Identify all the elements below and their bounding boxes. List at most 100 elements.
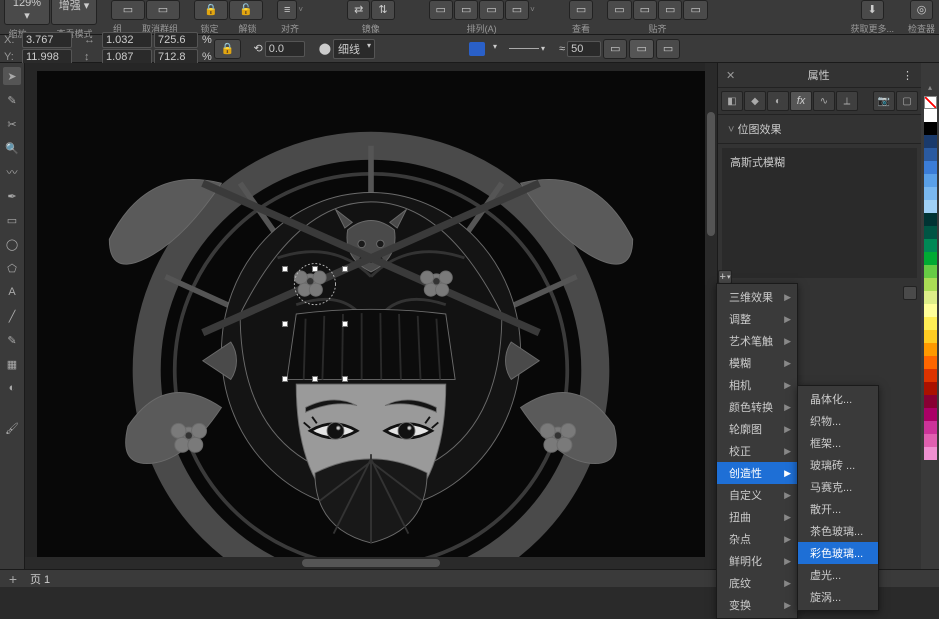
line-style-preview[interactable] xyxy=(509,48,539,49)
menu-item[interactable]: 扭曲▶ xyxy=(717,506,797,528)
tab-trans-icon[interactable]: ◐ xyxy=(767,91,789,111)
swatch[interactable] xyxy=(924,304,937,317)
swatch-none[interactable] xyxy=(924,96,937,109)
menu-item[interactable]: 相机▶ xyxy=(717,374,797,396)
pick-tool[interactable]: ➤ xyxy=(3,67,21,85)
swatch[interactable] xyxy=(924,421,937,434)
inspector-button[interactable]: ◎ xyxy=(910,0,934,20)
fill-tool[interactable]: ▦ xyxy=(3,355,21,373)
menu-item[interactable]: 旋涡... xyxy=(798,586,878,608)
menu-item[interactable]: 彩色玻璃... xyxy=(798,542,878,564)
menu-item[interactable]: 三维效果▶ xyxy=(717,286,797,308)
menu-item[interactable]: 底纹▶ xyxy=(717,572,797,594)
swatch[interactable] xyxy=(924,447,937,460)
menu-item[interactable]: 马赛克... xyxy=(798,476,878,498)
arrange-2[interactable]: ▭ xyxy=(454,0,478,20)
crop-tool[interactable]: ✂ xyxy=(3,115,21,133)
text-tool[interactable]: A xyxy=(3,283,21,301)
dropper-tool[interactable]: ✎ xyxy=(3,331,21,349)
swatch[interactable] xyxy=(924,278,937,291)
unlock-button[interactable]: 🔓 xyxy=(229,0,263,20)
stroke-type-select[interactable]: 细线 ▾ xyxy=(333,39,375,59)
swatch[interactable] xyxy=(924,226,937,239)
tab-box-icon[interactable]: ▢ xyxy=(896,91,918,111)
selection-handles[interactable] xyxy=(285,269,345,379)
align-button[interactable]: ≡ xyxy=(277,0,297,20)
snap-1[interactable]: ▭ xyxy=(607,0,631,20)
effect-toggle[interactable] xyxy=(903,286,917,300)
mirror-h-button[interactable]: ⇄ xyxy=(347,0,370,20)
swatch[interactable] xyxy=(924,239,937,252)
add-effect-button[interactable]: +▾ xyxy=(718,270,732,284)
polygon-tool[interactable]: ⬠ xyxy=(3,259,21,277)
effect-item[interactable]: 高斯式模糊 xyxy=(730,157,785,169)
swatch[interactable] xyxy=(924,161,937,174)
opacity-input[interactable] xyxy=(567,41,601,57)
tab-curve-icon[interactable]: ∿ xyxy=(813,91,835,111)
swatch[interactable] xyxy=(924,408,937,421)
menu-item[interactable]: 框架... xyxy=(798,432,878,454)
effects-list[interactable]: 高斯式模糊 xyxy=(722,148,917,278)
line-tool[interactable]: ╱ xyxy=(3,307,21,325)
panel-close-button[interactable]: ✕ xyxy=(726,69,735,82)
fill-color-chip[interactable] xyxy=(469,42,485,56)
tab-fx-icon[interactable]: fx xyxy=(790,91,812,111)
shape-tool[interactable]: ✎ xyxy=(3,91,21,109)
menu-item[interactable]: 校正▶ xyxy=(717,440,797,462)
swatch[interactable] xyxy=(924,382,937,395)
ellipse-tool[interactable]: ◯ xyxy=(3,235,21,253)
menu-item[interactable]: 散开... xyxy=(798,498,878,520)
ungroup-button[interactable]: ▭ xyxy=(146,0,180,20)
menu-item[interactable]: 玻璃砖 ... xyxy=(798,454,878,476)
group-button[interactable]: ▭ xyxy=(111,0,145,20)
swatch-up-icon[interactable]: ▴ xyxy=(928,83,932,92)
swatch[interactable] xyxy=(924,252,937,265)
scrollbar-horizontal[interactable] xyxy=(25,557,717,569)
lock-button[interactable]: 🔒 xyxy=(194,0,228,20)
rectangle-tool[interactable]: ▭ xyxy=(3,211,21,229)
tab-fill-icon[interactable]: ◆ xyxy=(744,91,766,111)
menu-item[interactable]: 轮廓图▶ xyxy=(717,418,797,440)
freehand-tool[interactable]: 〰 xyxy=(3,163,21,181)
swatch[interactable] xyxy=(924,122,937,135)
w-input[interactable] xyxy=(102,32,152,48)
menu-item[interactable]: 变换▶ xyxy=(717,594,797,616)
swatch[interactable] xyxy=(924,200,937,213)
swatch[interactable] xyxy=(924,148,937,161)
menu-item[interactable]: 自定义▶ xyxy=(717,484,797,506)
enhance-select[interactable]: 增强 ▾ xyxy=(51,0,97,25)
transparency-tool[interactable]: ◐ xyxy=(3,379,21,397)
swatch[interactable] xyxy=(924,369,937,382)
color-eyedropper-tool[interactable]: 🖌 xyxy=(3,419,21,437)
snap-2[interactable]: ▭ xyxy=(633,0,657,20)
arrange-1[interactable]: ▭ xyxy=(429,0,453,20)
swatch[interactable] xyxy=(924,187,937,200)
swatch[interactable] xyxy=(924,174,937,187)
page-tab[interactable]: 页 1 xyxy=(30,571,50,587)
view-button[interactable]: ▭ xyxy=(569,0,593,20)
swatch[interactable] xyxy=(924,109,937,122)
snap-4[interactable]: ▭ xyxy=(683,0,707,20)
more-button[interactable]: ⬇ xyxy=(861,0,884,20)
snap-3[interactable]: ▭ xyxy=(658,0,682,20)
menu-item[interactable]: 晶体化... xyxy=(798,388,878,410)
rotation-input[interactable] xyxy=(265,41,305,57)
zoom-level[interactable]: 129% ▾ xyxy=(4,0,50,25)
menu-item[interactable]: 创造性▶ xyxy=(717,462,797,484)
x-input[interactable] xyxy=(22,32,72,48)
w2-input[interactable] xyxy=(154,32,198,48)
add-page-button[interactable]: + xyxy=(6,571,20,587)
menu-item[interactable]: 杂点▶ xyxy=(717,528,797,550)
menu-item[interactable]: 茶色玻璃... xyxy=(798,520,878,542)
swatch[interactable] xyxy=(924,434,937,447)
artistic-tool[interactable]: ✒ xyxy=(3,187,21,205)
lock-ratio-button[interactable]: 🔒 xyxy=(214,39,242,59)
arrange-3[interactable]: ▭ xyxy=(479,0,503,20)
swatch[interactable] xyxy=(924,291,937,304)
tab-text-icon[interactable]: ⟂ xyxy=(836,91,858,111)
mirror-v-button[interactable]: ⇅ xyxy=(371,0,394,20)
swatch[interactable] xyxy=(924,330,937,343)
menu-item[interactable]: 艺术笔触▶ xyxy=(717,330,797,352)
menu-item[interactable]: 虚光... xyxy=(798,564,878,586)
swatch[interactable] xyxy=(924,265,937,278)
